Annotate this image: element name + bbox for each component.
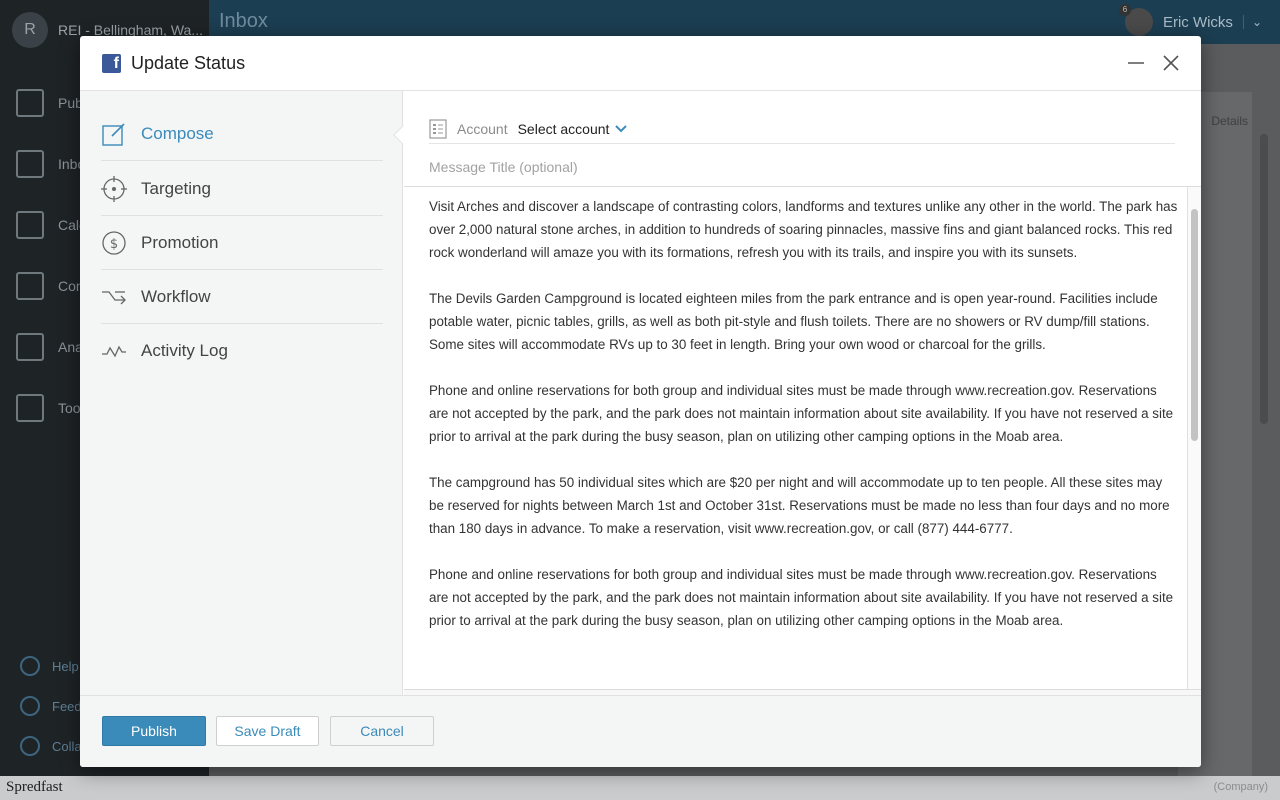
nav-label: Targeting — [141, 178, 211, 198]
scrollbar-thumb[interactable] — [1191, 209, 1198, 441]
crosshair-icon — [101, 175, 127, 202]
chevron-down-icon[interactable]: ⌄ — [1242, 15, 1262, 29]
details-label: Details — [1211, 114, 1248, 128]
org-logo: R — [12, 12, 48, 48]
analytics-icon — [16, 332, 44, 361]
nav-label: Activity Log — [141, 341, 228, 360]
close-button[interactable] — [1160, 52, 1182, 74]
message-scrollbar[interactable] — [1187, 187, 1201, 690]
nav-label: Workflow — [141, 286, 211, 306]
activity-icon — [101, 338, 127, 364]
company-label: (Company) — [1213, 781, 1268, 793]
message-paragraph: Phone and online reservations for both g… — [429, 567, 1174, 628]
account-select[interactable]: Select account — [518, 121, 628, 137]
nav-label: Compose — [141, 123, 214, 143]
spredfast-logo: Spredfast — [6, 779, 63, 795]
modal-title: Update Status — [131, 53, 246, 73]
modal-nav: Compose Targeting $ Promotion Workflow A… — [80, 91, 403, 695]
message-paragraph: Phone and online reservations for both g… — [429, 383, 1174, 444]
tools-icon — [16, 393, 44, 422]
feedback-icon — [20, 696, 40, 716]
nav-activity-log[interactable]: Activity Log — [101, 324, 383, 378]
facebook-icon: f — [102, 54, 121, 73]
pencil-icon — [101, 121, 127, 147]
save-draft-button[interactable]: Save Draft — [216, 716, 319, 746]
workflow-icon — [101, 284, 127, 310]
dollar-icon: $ — [101, 230, 127, 256]
user-name: Eric Wicks — [1162, 13, 1233, 31]
user-menu[interactable]: 6 Eric Wicks ⌄ — [1118, 4, 1262, 36]
chevron-down-icon — [615, 124, 628, 132]
message-title-input[interactable] — [429, 155, 1175, 179]
modal-header: f Update Status — [80, 36, 1201, 91]
nav-compose[interactable]: Compose — [101, 107, 383, 161]
message-paragraph: The Devils Garden Campground is located … — [429, 291, 1158, 352]
publish-button[interactable]: Publish — [102, 716, 206, 746]
account-select-value: Select account — [517, 120, 610, 137]
nav-workflow[interactable]: Workflow — [101, 270, 383, 324]
message-body[interactable]: Visit Arches and discover a landscape of… — [429, 195, 1179, 690]
minimize-button[interactable] — [1126, 52, 1146, 72]
compose-panel: Account Select account Visit Arches and … — [404, 91, 1201, 731]
message-editor[interactable]: Visit Arches and discover a landscape of… — [404, 186, 1201, 690]
account-icon — [429, 118, 447, 139]
main-scrollbar[interactable] — [1260, 134, 1268, 424]
inbox-icon — [16, 149, 44, 178]
modal-footer: Publish Save Draft Cancel — [80, 695, 1201, 767]
calendar-icon — [16, 210, 44, 239]
close-icon — [1163, 55, 1179, 71]
notification-badge: 6 — [1118, 4, 1131, 16]
account-row: Account Select account — [429, 114, 1175, 144]
content-icon — [16, 271, 44, 300]
svg-text:$: $ — [110, 237, 118, 252]
nav-label: Promotion — [141, 232, 219, 252]
help-icon — [20, 656, 40, 676]
help-label: Help — [52, 658, 79, 674]
minimize-icon — [1128, 62, 1144, 64]
app-footer: Spredfast (Company) — [0, 776, 1280, 800]
update-status-modal: f Update Status Compose Targeting $ Prom… — [80, 36, 1201, 767]
message-paragraph: Visit Arches and discover a landscape of… — [429, 199, 1178, 260]
avatar: 6 — [1118, 4, 1153, 36]
cancel-button[interactable]: Cancel — [330, 716, 434, 746]
collapse-icon — [20, 736, 40, 756]
nav-targeting[interactable]: Targeting — [101, 162, 383, 216]
account-label: Account — [457, 120, 508, 137]
page-title: Inbox — [219, 10, 268, 32]
nav-promotion[interactable]: $ Promotion — [101, 216, 383, 270]
message-paragraph: The campground has 50 individual sites w… — [429, 475, 1170, 536]
publish-icon — [16, 88, 44, 117]
